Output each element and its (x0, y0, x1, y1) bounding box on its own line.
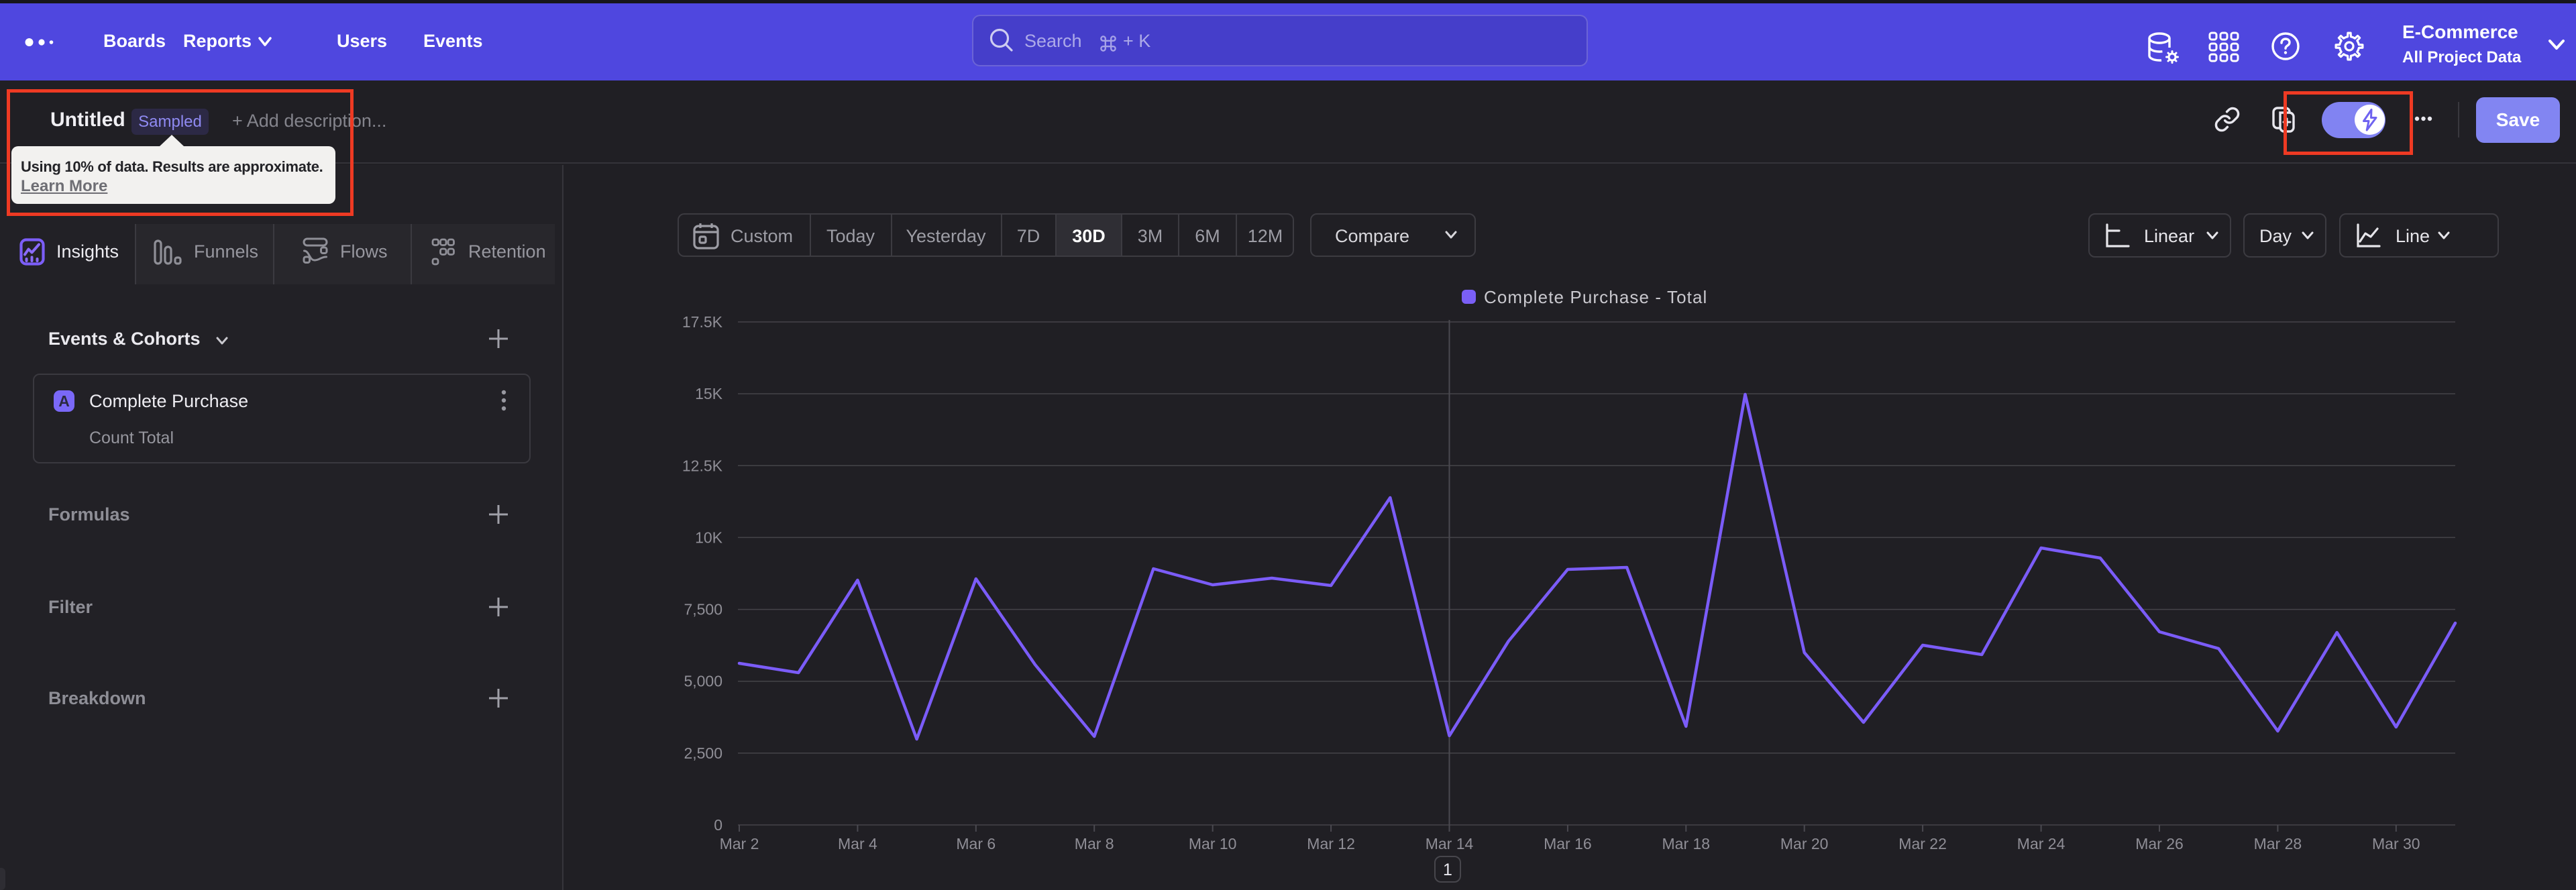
svg-text:Mar 22: Mar 22 (1898, 835, 1947, 852)
svg-text:Mar 20: Mar 20 (1780, 835, 1829, 852)
svg-text:2,500: 2,500 (684, 744, 722, 762)
svg-text:Mar 6: Mar 6 (956, 835, 996, 852)
svg-text:5,000: 5,000 (684, 673, 722, 690)
svg-text:Mar 2: Mar 2 (720, 835, 759, 852)
svg-text:12.5K: 12.5K (682, 457, 723, 474)
svg-text:Mar 8: Mar 8 (1075, 835, 1114, 852)
svg-text:Mar 18: Mar 18 (1662, 835, 1711, 852)
svg-text:10K: 10K (695, 529, 723, 546)
svg-text:17.5K: 17.5K (682, 313, 723, 331)
svg-text:0: 0 (714, 816, 722, 834)
svg-text:Mar 12: Mar 12 (1307, 835, 1355, 852)
svg-text:Mar 30: Mar 30 (2372, 835, 2420, 852)
svg-text:7,500: 7,500 (684, 601, 722, 618)
svg-text:15K: 15K (695, 385, 723, 402)
svg-text:Mar 26: Mar 26 (2135, 835, 2184, 852)
svg-text:Mar 24: Mar 24 (2017, 835, 2065, 852)
svg-text:Mar 10: Mar 10 (1189, 835, 1237, 852)
svg-text:Mar 14: Mar 14 (1426, 835, 1474, 852)
svg-text:Mar 4: Mar 4 (838, 835, 877, 852)
svg-text:Mar 28: Mar 28 (2254, 835, 2302, 852)
svg-text:Mar 16: Mar 16 (1544, 835, 1592, 852)
